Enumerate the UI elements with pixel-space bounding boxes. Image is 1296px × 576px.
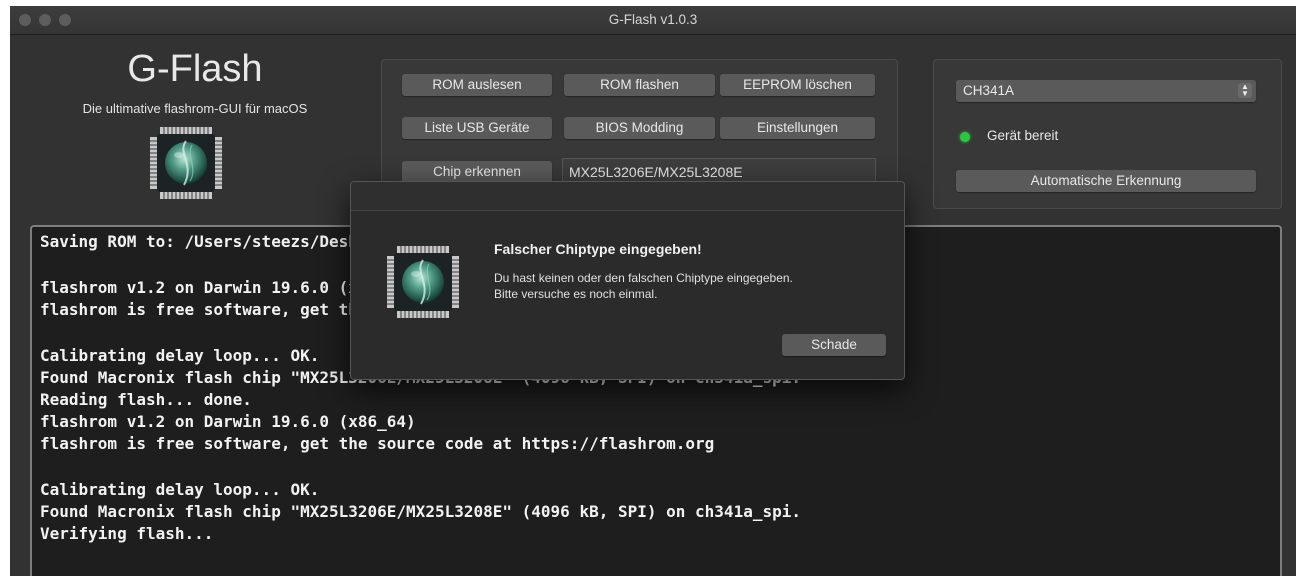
detect-chip-button[interactable]: Chip erkennen	[402, 161, 552, 183]
chip-logo-icon	[146, 123, 226, 203]
dismiss-button[interactable]: Schade	[782, 334, 886, 356]
auto-detect-button[interactable]: Automatische Erkennung	[956, 170, 1256, 192]
eeprom-erase-button[interactable]: EEPROM löschen	[720, 74, 875, 96]
console-line: flashrom is free software, get the sourc…	[40, 434, 715, 453]
console-line: Found Macronix flash chip "MX25L3206E/MX…	[40, 502, 801, 521]
console-line: Verifying flash...	[40, 524, 214, 543]
console-line: Calibrating delay loop... OK.	[40, 346, 320, 365]
dialog-header	[351, 182, 904, 211]
programmer-select-value: CH341A	[963, 83, 1015, 98]
dialog-message-line: Bitte versuche es noch einmal.	[494, 287, 658, 301]
app-subtitle: Die ultimative flashrom-GUI für macOS	[82, 101, 308, 116]
usb-devices-button[interactable]: Liste USB Geräte	[402, 117, 552, 139]
console-line: flashrom v1.2 on Darwin 19.6.0 (x86_64)	[40, 412, 416, 431]
chip-logo-icon	[383, 242, 463, 322]
title-bar: G-Flash v1.0.3	[10, 6, 1296, 35]
rom-read-button[interactable]: ROM auslesen	[402, 74, 552, 96]
console-line: Calibrating delay loop... OK.	[40, 480, 320, 499]
rom-flash-button[interactable]: ROM flashen	[564, 74, 715, 96]
dialog-message-line: Du hast keinen oder den falschen Chiptyp…	[494, 271, 793, 285]
bios-modding-button[interactable]: BIOS Modding	[564, 117, 715, 139]
device-status-text: Gerät bereit	[987, 128, 1059, 143]
settings-button[interactable]: Einstellungen	[720, 117, 875, 139]
programmer-select[interactable]: CH341A ▲ ▼	[956, 80, 1256, 102]
error-dialog: Falscher Chiptype eingegeben! Du hast ke…	[350, 181, 905, 380]
select-arrows-icon: ▲ ▼	[1238, 83, 1252, 98]
app-window: G-Flash v1.0.3 G-Flash Die ultimative fl…	[10, 6, 1296, 576]
device-panel: CH341A ▲ ▼ Gerät bereit Automatische Erke…	[933, 59, 1282, 209]
window-title: G-Flash v1.0.3	[608, 12, 698, 27]
console-line: Reading flash... done.	[40, 390, 252, 409]
app-title: G-Flash	[127, 48, 263, 90]
dialog-title: Falscher Chiptype eingegeben!	[494, 241, 702, 257]
status-indicator-icon	[960, 132, 970, 142]
actions-panel: ROM auslesen ROM flashen EEPROM löschen …	[381, 59, 898, 192]
